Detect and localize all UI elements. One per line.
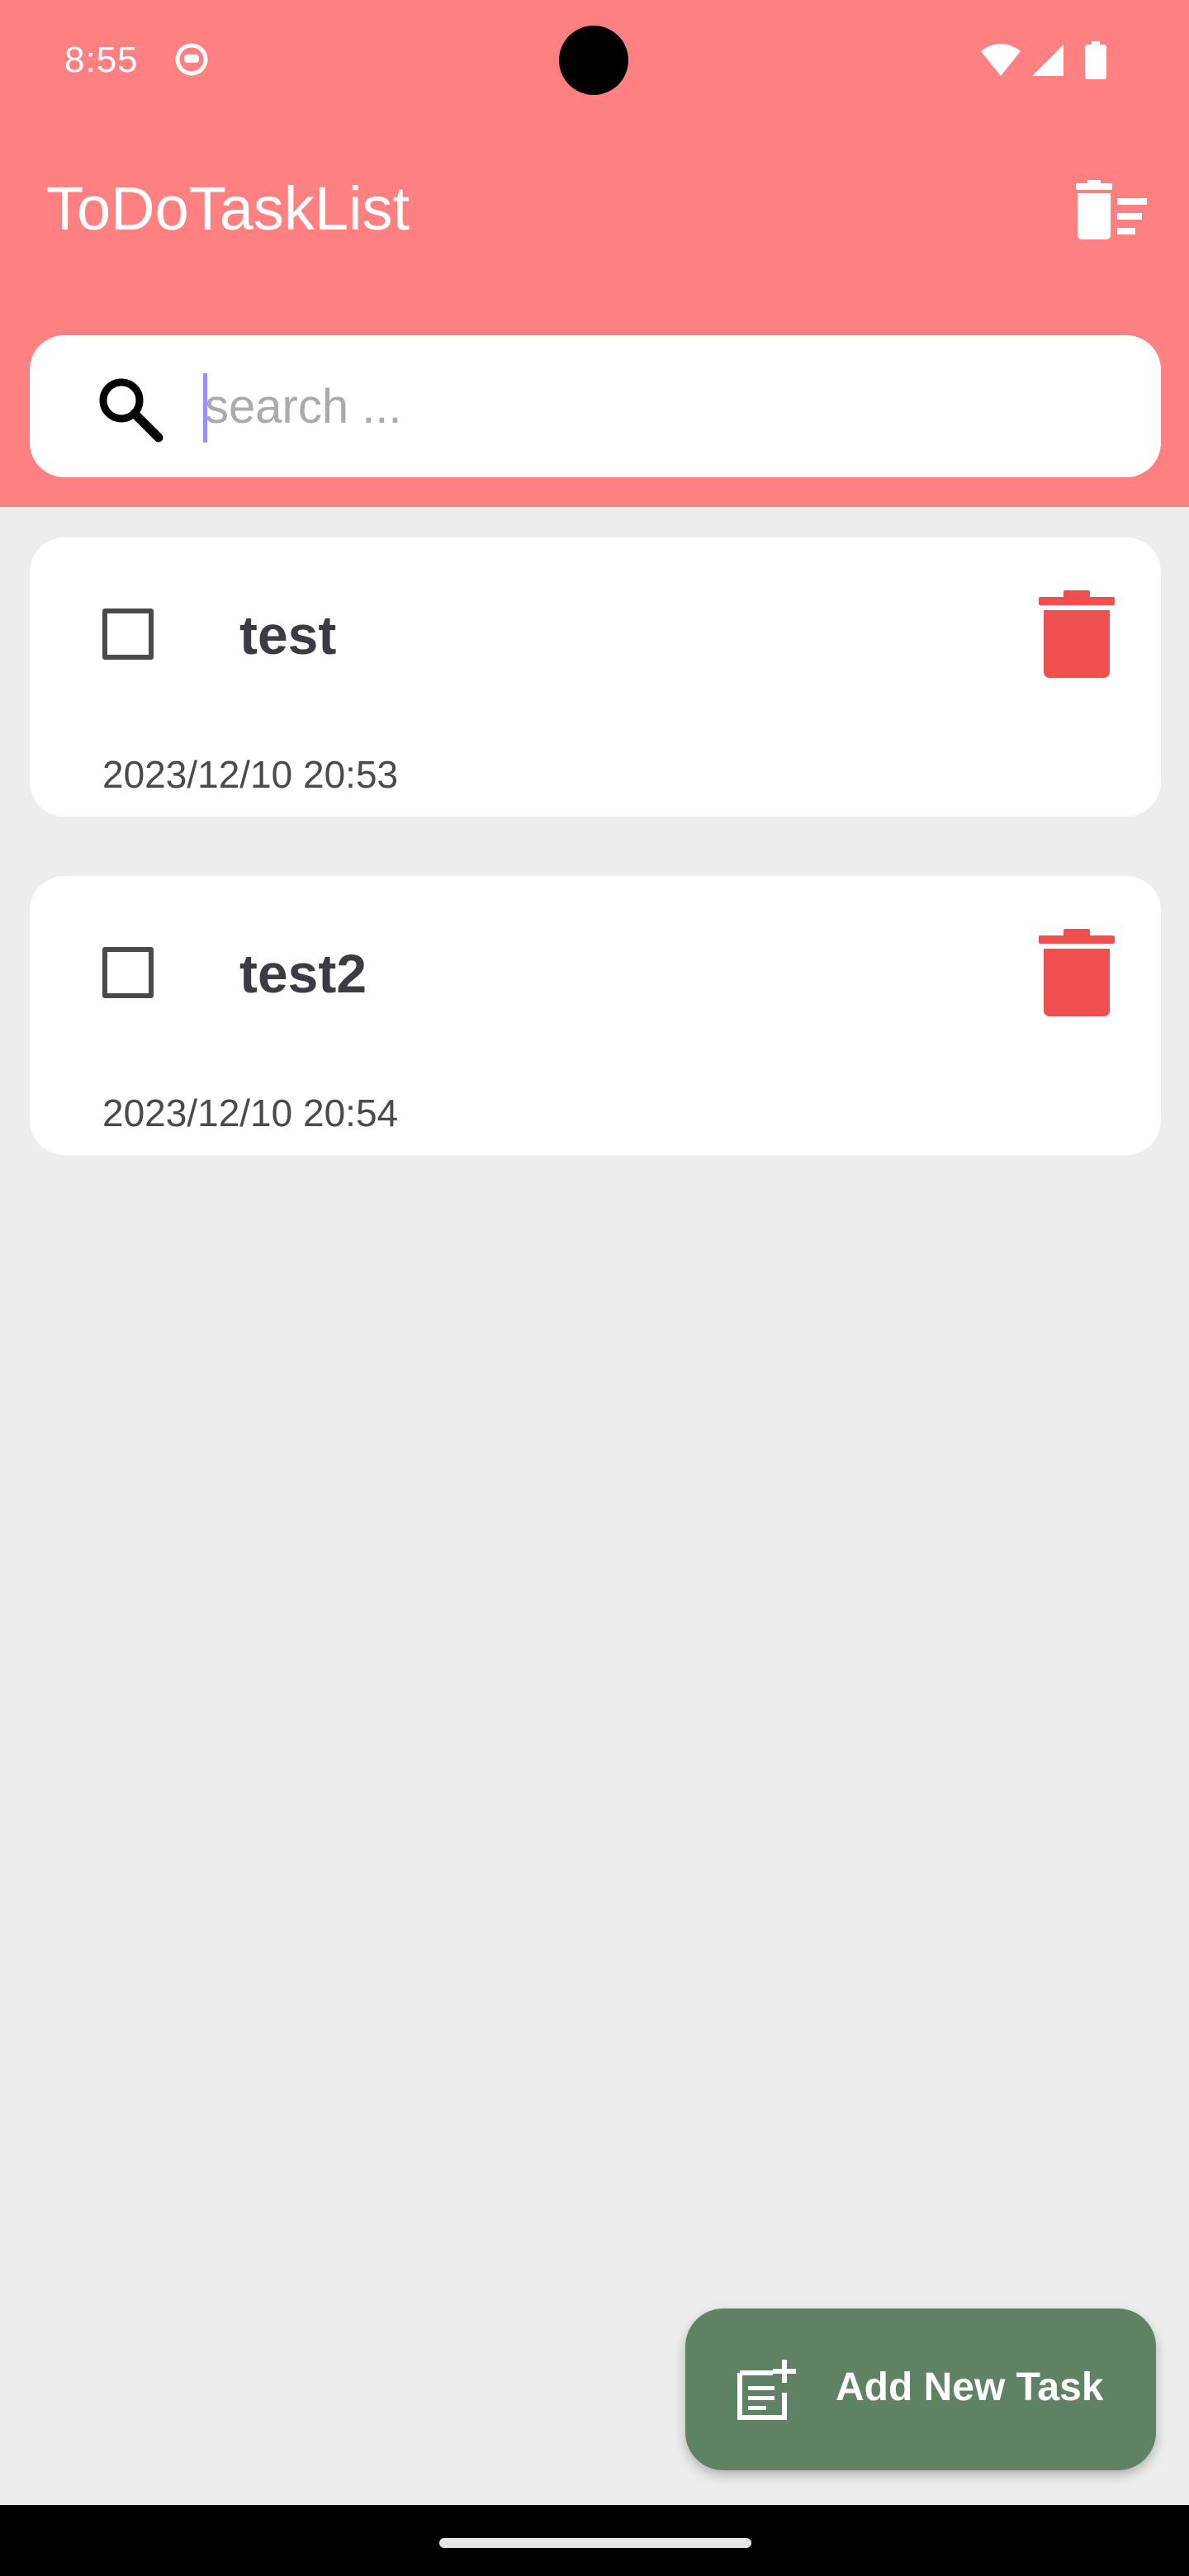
- camera-cutout: [559, 26, 628, 95]
- app-title: ToDoTaskList: [46, 174, 410, 243]
- home-indicator[interactable]: [439, 2538, 751, 2548]
- wifi-icon: [981, 44, 1021, 76]
- task-checkbox[interactable]: [102, 608, 154, 660]
- app-header: 8:55 ToDoTaskList: [0, 0, 1189, 507]
- signal-icon: [1032, 45, 1063, 76]
- search-bar[interactable]: [30, 335, 1161, 477]
- task-title: test2: [239, 943, 367, 1004]
- task-checkbox[interactable]: [102, 947, 154, 998]
- search-icon: [99, 378, 163, 443]
- clear-all-button[interactable]: [1065, 173, 1156, 248]
- delete-task-icon[interactable]: [1035, 589, 1118, 680]
- note-add-icon: [737, 2360, 796, 2420]
- search-input[interactable]: [205, 365, 1113, 447]
- task-card[interactable]: test 2023/12/10 20:53: [30, 537, 1161, 817]
- add-new-task-button[interactable]: Add New Task: [685, 2308, 1156, 2470]
- screen: 8:55 ToDoTaskList search ... test 2023/1…: [0, 0, 1189, 2576]
- task-card[interactable]: test2 2023/12/10 20:54: [30, 876, 1161, 1155]
- task-title: test: [239, 604, 337, 665]
- task-date: 2023/12/10 20:54: [102, 1091, 399, 1134]
- status-time: 8:55: [64, 40, 139, 80]
- delete-task-icon[interactable]: [1035, 927, 1118, 1018]
- status-bar: 8:55: [0, 0, 1189, 124]
- battery-icon: [1085, 41, 1106, 79]
- navigation-bar: [0, 2505, 1189, 2576]
- task-date: 2023/12/10 20:53: [102, 753, 399, 796]
- delete-sweep-icon: [1076, 180, 1147, 239]
- app-notification-icon: [175, 43, 208, 76]
- fab-label: Add New Task: [836, 2365, 1104, 2409]
